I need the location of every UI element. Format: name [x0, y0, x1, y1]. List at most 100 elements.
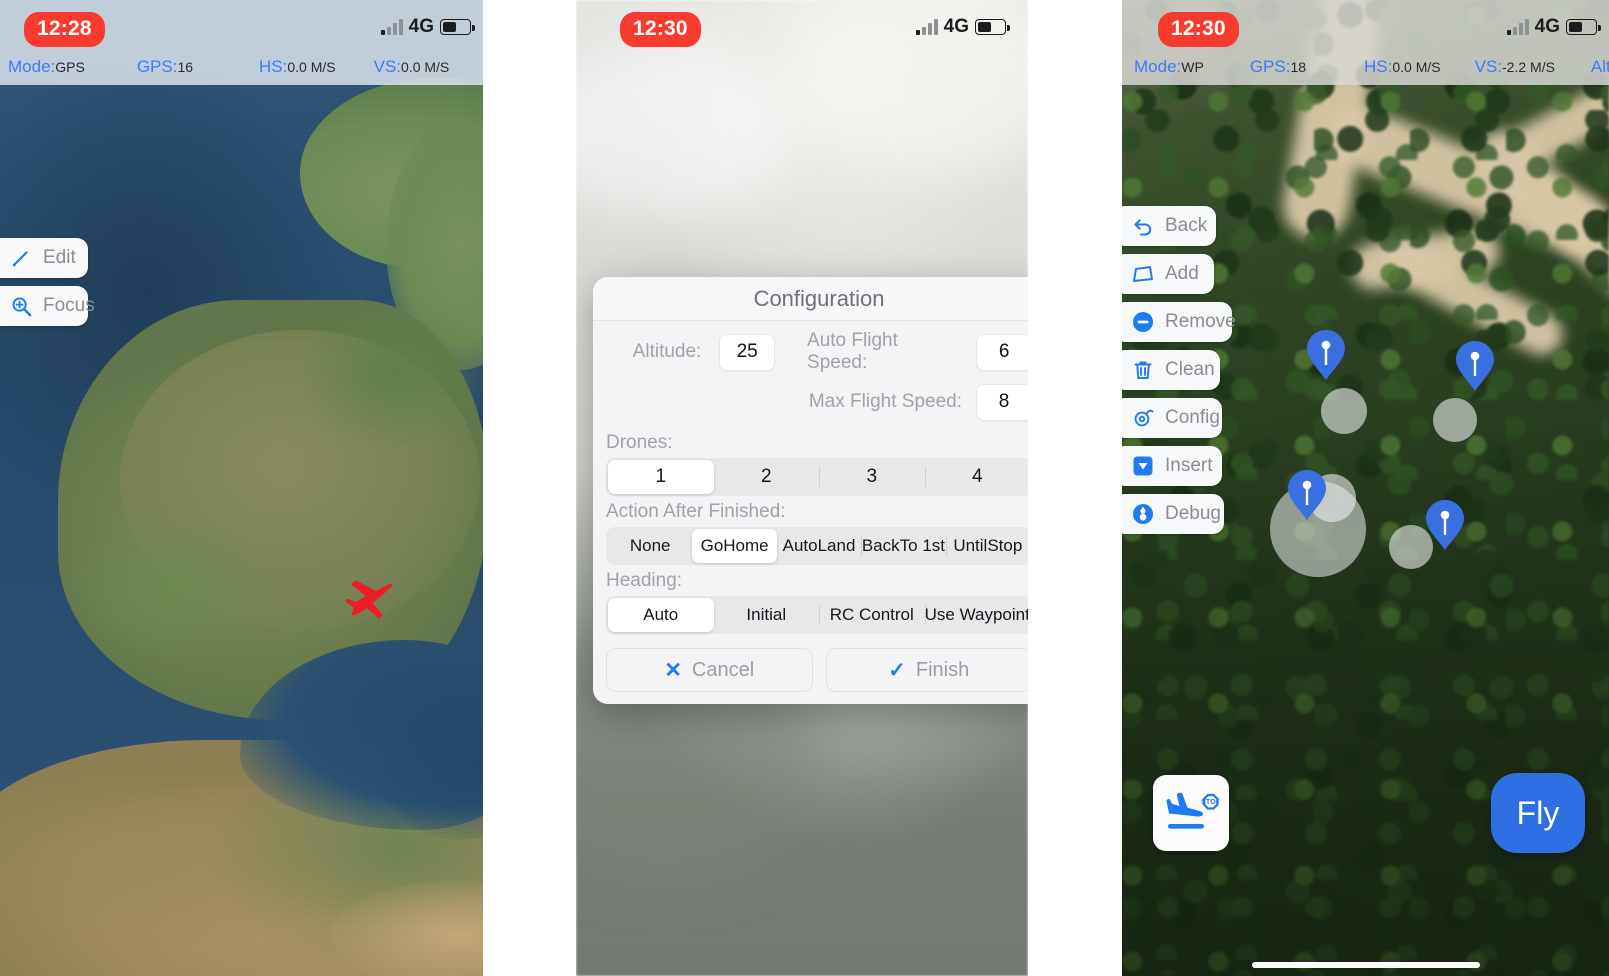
telemetry-gps: GPS: 18: [1249, 57, 1307, 76]
heading-group-label: Heading:: [606, 570, 683, 591]
telemetry-row: Mode: WP GPS: 18 HS: 0.0 M/S VS: -2.2 M/…: [1122, 50, 1609, 84]
cellular-bars-icon: [915, 19, 938, 35]
drones-option-1[interactable]: 1: [608, 460, 714, 494]
map-pin-icon[interactable]: [1288, 470, 1326, 520]
telemetry-mode: Mode: GPS: [8, 57, 85, 76]
satellite-map-overview[interactable]: [0, 0, 483, 976]
debug-button[interactable]: Debug: [1122, 494, 1232, 534]
altitude-label: Altitude:: [632, 341, 702, 362]
drones-option-2[interactable]: 2: [714, 460, 820, 494]
action-option-backto1st[interactable]: BackTo 1st: [861, 529, 945, 563]
panel-configuration: Configuration Altitude: 25 Auto Flight S…: [576, 0, 1028, 976]
network-type-label: 4G: [943, 16, 969, 37]
status-bar-indicators: 4G: [1506, 16, 1601, 38]
cellular-bars-icon: [380, 19, 403, 35]
add-button-label: Add: [1165, 263, 1199, 284]
dialog-body: Altitude: 25 Auto Flight Speed: 6 Max Fl…: [593, 321, 1028, 704]
altitude-input[interactable]: 25: [719, 333, 776, 371]
telemetry-mode: Mode: WP: [1134, 57, 1204, 76]
svg-text:STOP: STOP: [1201, 797, 1219, 806]
finish-button[interactable]: ✓ Finish: [825, 648, 1028, 692]
telemetry-vs: VS: 0.0 M/S: [373, 57, 450, 76]
status-bar-panel2: 12:30 4G: [576, 0, 1028, 70]
auto-flight-speed-input[interactable]: 6: [976, 333, 1028, 371]
x-icon: ✕: [664, 658, 682, 682]
telemetry-hs: HS: 0.0 M/S: [1364, 57, 1441, 76]
configuration-dialog: Configuration Altitude: 25 Auto Flight S…: [593, 277, 1028, 704]
insert-down-icon: [1132, 455, 1154, 477]
map-texture: [0, 0, 483, 976]
cellular-bars-icon: [1506, 19, 1529, 35]
map-pin-icon[interactable]: [1426, 500, 1464, 550]
focus-button-label: Focus: [43, 295, 95, 316]
gear-icon: [1132, 407, 1154, 429]
time-pill: 12:28: [24, 12, 105, 47]
heading-option-rc-control[interactable]: RC Control: [819, 598, 925, 632]
clean-button[interactable]: Clean: [1122, 350, 1232, 390]
telemetry-gps: GPS: 16: [136, 57, 194, 76]
max-flight-speed-label: Max Flight Speed:: [808, 391, 962, 412]
action-option-gohome[interactable]: GoHome: [692, 529, 777, 563]
edit-button-label: Edit: [43, 247, 76, 268]
telemetry-hs: HS: 0.0 M/S: [259, 57, 336, 76]
map-pin-icon[interactable]: [1307, 330, 1345, 380]
cancel-button[interactable]: ✕ Cancel: [606, 648, 813, 692]
status-bar-top-row: 12:30 4G: [576, 8, 1028, 47]
config-button-label: Config: [1165, 407, 1220, 428]
heading-segmented-control: Auto Initial RC Control Use Waypoint: [606, 596, 1028, 634]
time-pill: 12:30: [620, 12, 701, 47]
insert-button[interactable]: Insert: [1122, 446, 1232, 486]
drones-group-label: Drones:: [606, 432, 673, 453]
config-button[interactable]: Config: [1122, 398, 1232, 438]
magnifier-plus-icon: [10, 295, 32, 317]
telemetry-vs: VS: -2.2 M/S: [1474, 57, 1555, 76]
action-option-untilstop[interactable]: UntilStop: [945, 529, 1028, 563]
vertex-handle-halo[interactable]: [1433, 398, 1477, 442]
add-button[interactable]: Add: [1122, 254, 1232, 294]
bug-icon: [1132, 503, 1154, 525]
plane-land-stop-icon: STOP: [1163, 785, 1221, 842]
home-indicator[interactable]: [1251, 962, 1480, 968]
max-flight-speed-input[interactable]: 8: [976, 383, 1028, 421]
action-after-finished-segmented-control: None GoHome AutoLand BackTo 1st UntilSto…: [606, 527, 1028, 565]
drones-segmented-control: 1 2 3 4: [606, 458, 1028, 496]
vertex-handle-halo[interactable]: [1321, 388, 1367, 434]
action-option-none[interactable]: None: [608, 529, 692, 563]
land-stop-button[interactable]: STOP: [1153, 775, 1229, 851]
network-type-label: 4G: [408, 16, 434, 37]
status-bar-indicators: 4G: [380, 16, 475, 38]
time-pill: 12:30: [1158, 12, 1239, 47]
telemetry-row: Mode: GPS GPS: 16 HS: 0.0 M/S VS: 0.0 M/…: [0, 50, 483, 84]
battery-icon: [440, 19, 475, 35]
debug-button-label: Debug: [1165, 503, 1221, 524]
heading-option-initial[interactable]: Initial: [714, 598, 820, 632]
minus-circle-icon: [1132, 311, 1154, 333]
edit-button[interactable]: Edit: [0, 238, 88, 278]
status-bar-top-row: 12:28 4G: [0, 8, 483, 47]
back-button[interactable]: Back: [1122, 206, 1232, 246]
heading-option-auto[interactable]: Auto: [608, 598, 714, 632]
trash-icon: [1132, 359, 1154, 381]
heading-option-use-waypoint[interactable]: Use Waypoint: [924, 598, 1028, 632]
battery-icon: [975, 19, 1010, 35]
remove-button[interactable]: Remove: [1122, 302, 1236, 342]
status-bar-panel1: 12:28 4G Mode: GPS GPS: 16 HS: 0.0 M/S V…: [0, 0, 483, 85]
field-row-altitude-and-auto-speed: Altitude: 25 Auto Flight Speed: 6: [606, 327, 1028, 377]
map-pin-icon[interactable]: [1456, 341, 1494, 391]
focus-button[interactable]: Focus: [0, 286, 95, 326]
cancel-button-label: Cancel: [691, 658, 755, 681]
drones-option-4[interactable]: 4: [924, 460, 1029, 494]
insert-button-label: Insert: [1165, 455, 1213, 476]
action-option-autoland[interactable]: AutoLand: [777, 529, 861, 563]
check-icon: ✓: [888, 658, 906, 682]
telemetry-alt: Alt: 22.0 M: [1590, 57, 1609, 76]
airplane-icon: [345, 573, 397, 621]
polygon-icon: [1132, 263, 1154, 285]
pencil-icon: [10, 247, 32, 269]
field-row-max-speed: Max Flight Speed: 8: [606, 377, 1028, 427]
drones-option-3[interactable]: 3: [819, 460, 925, 494]
finish-button-label: Finish: [915, 658, 970, 681]
auto-flight-speed-label: Auto Flight Speed:: [807, 330, 898, 373]
dialog-actions: ✕ Cancel ✓ Finish: [606, 648, 1028, 692]
fly-button[interactable]: Fly: [1491, 773, 1585, 853]
